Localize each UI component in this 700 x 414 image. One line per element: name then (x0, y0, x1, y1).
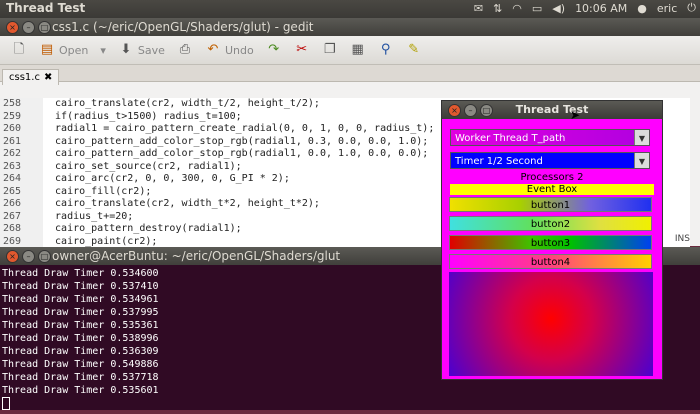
copy-button[interactable]: ❐ (319, 42, 341, 58)
processors-label: Processors 2 (520, 172, 584, 183)
button2[interactable]: button2 (449, 216, 652, 231)
print-button[interactable]: ⎙ (174, 42, 196, 58)
undo-button[interactable]: ↶ Undo (202, 42, 257, 58)
gedit-window-buttons: × – □ (6, 21, 51, 34)
save-icon: ⬇ (120, 42, 132, 57)
close-icon[interactable]: × (448, 104, 461, 117)
event-box[interactable]: Event Box (450, 184, 654, 195)
button4[interactable]: button4 (449, 254, 652, 269)
close-tab-icon[interactable]: ✖ (44, 72, 52, 83)
terminal-window-buttons: × – □ (6, 250, 51, 263)
undo-icon: ↶ (207, 42, 219, 57)
chevron-down-icon: ▼ (634, 130, 649, 145)
active-app-title: Thread Test (6, 1, 86, 15)
minimize-icon[interactable]: – (464, 104, 477, 117)
user-name[interactable]: eric (657, 2, 677, 15)
gedit-title: css1.c (~/eric/OpenGL/Shaders/glut) - ge… (0, 18, 700, 36)
redo-button[interactable]: ↷ (263, 42, 285, 58)
paste-button[interactable]: ▦ (347, 42, 369, 58)
open-folder-icon: ▤ (40, 42, 54, 57)
open-dropdown-button[interactable]: ▾ (97, 44, 109, 57)
open-button[interactable]: ▤ Open (36, 42, 91, 58)
mail-icon[interactable]: ✉ (474, 2, 483, 15)
worker-thread-combo[interactable]: Worker Thread T_path ▼ (450, 129, 650, 146)
chevron-down-icon: ▼ (634, 153, 649, 168)
maximize-icon[interactable]: □ (480, 104, 493, 117)
button1[interactable]: button1 (449, 197, 652, 212)
user-icon[interactable]: ● (637, 2, 647, 15)
minimize-icon[interactable]: – (22, 250, 35, 263)
drawing-area[interactable] (449, 272, 653, 376)
maximize-icon[interactable]: □ (38, 250, 51, 263)
power-icon[interactable]: ⏻ (687, 1, 696, 15)
transfer-icon[interactable]: ⇅ (493, 2, 502, 15)
copy-icon: ❐ (323, 42, 336, 57)
find-button[interactable]: ⚲ (375, 42, 397, 58)
button3[interactable]: button3 (449, 235, 652, 250)
new-button[interactable]: 🗋 (8, 42, 30, 58)
close-icon[interactable]: × (6, 21, 19, 34)
gedit-tabs: css1.c ✖ (0, 65, 700, 85)
print-icon: ⎙ (179, 42, 191, 57)
terminal-cursor (2, 397, 10, 410)
clock[interactable]: 10:06 AM (575, 2, 627, 15)
search-icon: ⚲ (380, 42, 391, 57)
volume-icon[interactable]: ◀) (552, 2, 565, 15)
cut-button[interactable]: ✂ (291, 42, 313, 58)
new-document-icon: 🗋 (13, 42, 25, 57)
close-icon[interactable]: × (6, 250, 19, 263)
replace-button[interactable]: ✎ (403, 42, 425, 58)
paste-icon: ▦ (351, 42, 364, 57)
minimize-icon[interactable]: – (22, 21, 35, 34)
thread-test-window-buttons: × – □ (448, 104, 493, 117)
timer-combo[interactable]: Timer 1/2 Second ▼ (450, 152, 650, 169)
terminal-cursor-line (2, 397, 700, 410)
tab-css1[interactable]: css1.c ✖ (2, 69, 60, 85)
save-button[interactable]: ⬇ Save (115, 42, 168, 58)
mouse-pointer-icon: ➤ (570, 108, 581, 122)
system-tray: ✉ ⇅ ◠ ▭ ◀) 10:06 AM ● eric ⏻ (474, 1, 696, 15)
redo-icon: ↷ (268, 42, 280, 57)
wifi-icon[interactable]: ◠ (512, 2, 522, 15)
thread-test-window: × – □ Thread Test Worker Thread T_path ▼… (441, 100, 663, 380)
terminal-line: Thread Draw Timer 0.535601 (2, 385, 159, 396)
cut-icon: ✂ (296, 42, 308, 57)
top-panel: Thread Test ✉ ⇅ ◠ ▭ ◀) 10:06 AM ● eric ⏻ (0, 0, 700, 18)
gedit-toolbar: 🗋 ▤ Open ▾ ⬇ Save ⎙ ↶ Undo ↷ ✂ ❐ ▦ ⚲ ✎ (0, 36, 700, 65)
replace-icon: ✎ (408, 42, 420, 57)
battery-icon[interactable]: ▭ (532, 2, 542, 15)
maximize-icon[interactable]: □ (38, 21, 51, 34)
insert-mode-status: INS (674, 234, 690, 244)
